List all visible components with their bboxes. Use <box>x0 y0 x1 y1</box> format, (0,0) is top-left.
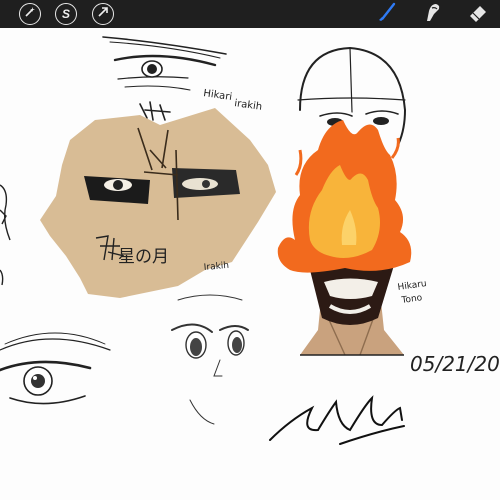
transform-arrow-icon <box>97 5 109 23</box>
eraser-tool-button[interactable] <box>466 3 490 25</box>
eraser-icon <box>467 1 489 28</box>
annotation-kanji: 星の月 <box>118 247 169 267</box>
smudge-tool-button[interactable] <box>420 3 444 25</box>
transform-button[interactable] <box>92 3 114 25</box>
adjustments-button[interactable] <box>19 3 41 25</box>
smudge-icon <box>421 1 443 28</box>
top-toolbar: S <box>0 0 500 28</box>
magic-wand-icon <box>24 5 36 23</box>
annotation-date: 05/21/20 <box>410 352 500 376</box>
brush-tool-button[interactable] <box>374 1 398 28</box>
selection-s-icon: S <box>61 7 70 21</box>
selection-button[interactable]: S <box>55 3 77 25</box>
brush-icon <box>375 1 397 28</box>
drawing-canvas[interactable]: Hikari irakih 星の月 Irakih Hikaru Tono 05/… <box>0 28 500 500</box>
